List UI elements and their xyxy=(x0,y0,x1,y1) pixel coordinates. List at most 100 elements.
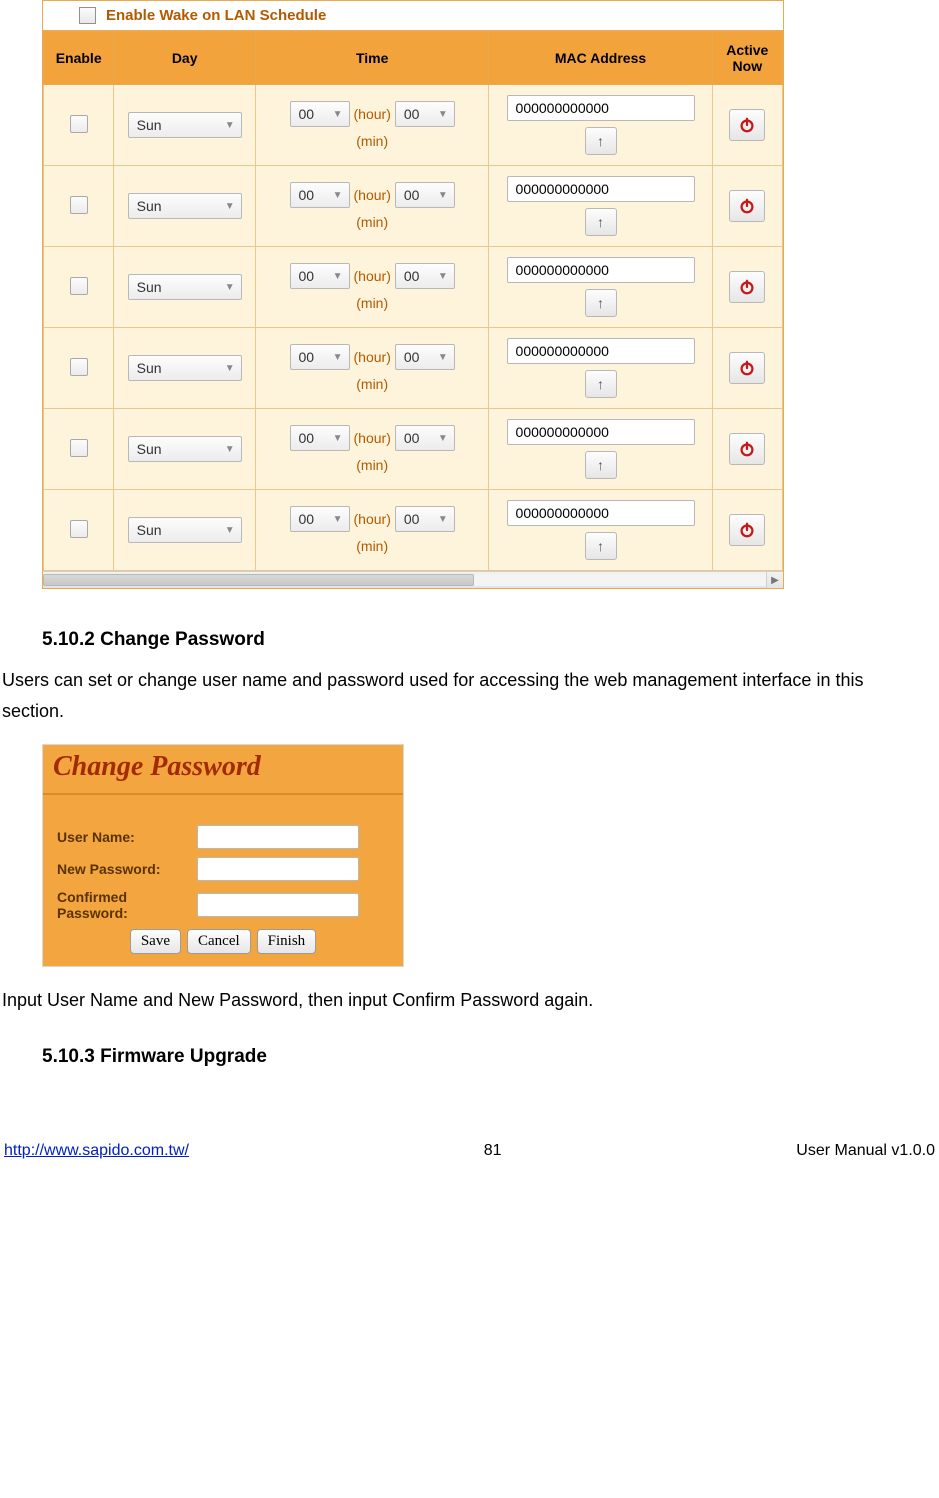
minute-unit-label: (min) xyxy=(272,457,473,473)
activate-now-button[interactable] xyxy=(729,514,765,546)
day-select[interactable]: Sun▼ xyxy=(128,274,242,300)
input-user-name[interactable] xyxy=(197,825,359,849)
minute-select[interactable]: 00▼ xyxy=(395,101,455,127)
minute-select[interactable]: 00▼ xyxy=(395,263,455,289)
mac-address-input[interactable]: 000000000000 xyxy=(507,419,695,445)
col-header-enable: Enable xyxy=(44,32,114,85)
save-button[interactable]: Save xyxy=(130,929,181,954)
up-arrow-icon: ↑ xyxy=(597,133,604,149)
hour-select-value: 00 xyxy=(299,349,315,365)
wol-schedule-table: Enable Day Time MAC Address Active Now S… xyxy=(43,31,783,571)
minute-select[interactable]: 00▼ xyxy=(395,425,455,451)
chevron-down-icon: ▼ xyxy=(223,442,237,456)
chevron-down-icon: ▼ xyxy=(436,107,450,121)
row-enable-checkbox[interactable] xyxy=(70,277,88,295)
label-confirmed-password: Confirmed Password: xyxy=(57,889,197,921)
hour-select[interactable]: 00 ▼ xyxy=(290,344,350,370)
heading-5-10-2: 5.10.2 Change Password xyxy=(42,629,933,651)
cancel-button[interactable]: Cancel xyxy=(187,929,251,954)
chevron-down-icon: ▼ xyxy=(223,199,237,213)
power-icon xyxy=(738,197,756,215)
hour-select[interactable]: 00▼ xyxy=(290,101,350,127)
minute-select-value: 00 xyxy=(404,187,420,203)
col-header-time: Time xyxy=(256,32,489,85)
day-select[interactable]: Sun▼ xyxy=(128,355,242,381)
minute-select[interactable]: 00▼ xyxy=(395,182,455,208)
table-row: Sun▼00▼(hour)00▼(min)000000000000↑ xyxy=(44,409,783,490)
enable-wol-label: Enable Wake on LAN Schedule xyxy=(106,7,326,24)
hour-select-value: 00 xyxy=(299,187,315,203)
hour-select[interactable]: 00▼ xyxy=(290,506,350,532)
mac-address-input[interactable]: 000000000000 xyxy=(507,338,695,364)
label-user-name: User Name: xyxy=(57,829,197,845)
activate-now-button[interactable] xyxy=(729,433,765,465)
hour-select-value: 00 xyxy=(299,268,315,284)
mac-address-input[interactable]: 000000000000 xyxy=(507,500,695,526)
activate-now-button[interactable] xyxy=(729,352,765,384)
upload-mac-button[interactable]: ↑ xyxy=(585,451,617,479)
footer-url[interactable]: http://www.sapido.com.tw/ xyxy=(4,1142,189,1160)
horizontal-scrollbar[interactable]: ▶ xyxy=(43,571,783,588)
paragraph-change-password-desc: Users can set or change user name and pa… xyxy=(2,665,902,726)
chevron-down-icon: ▼ xyxy=(331,188,345,202)
scrollbar-right-arrow-icon[interactable]: ▶ xyxy=(766,572,783,588)
chevron-down-icon: ▼ xyxy=(223,118,237,132)
day-select-value: Sun xyxy=(137,198,162,214)
row-enable-checkbox[interactable] xyxy=(70,358,88,376)
mac-address-input[interactable]: 000000000000 xyxy=(507,176,695,202)
upload-mac-button[interactable]: ↑ xyxy=(585,208,617,236)
chevron-down-icon: ▼ xyxy=(331,350,345,364)
minute-select[interactable]: 00▼ xyxy=(395,344,455,370)
minute-unit-label: (min) xyxy=(272,295,473,311)
day-select-value: Sun xyxy=(137,441,162,457)
up-arrow-icon: ↑ xyxy=(597,457,604,473)
minute-select-value: 00 xyxy=(404,349,420,365)
enable-wol-checkbox[interactable] xyxy=(79,7,96,24)
mac-address-input[interactable]: 000000000000 xyxy=(507,257,695,283)
hour-select[interactable]: 00▼ xyxy=(290,425,350,451)
chevron-down-icon: ▼ xyxy=(331,512,345,526)
change-password-panel: Change Password User Name: New Password:… xyxy=(42,744,404,967)
day-select[interactable]: Sun▼ xyxy=(128,112,242,138)
up-arrow-icon: ↑ xyxy=(597,376,604,392)
power-icon xyxy=(738,116,756,134)
hour-select[interactable]: 00 ▼ xyxy=(290,263,350,289)
scrollbar-thumb[interactable] xyxy=(43,574,474,586)
row-enable-checkbox[interactable] xyxy=(70,115,88,133)
activate-now-button[interactable] xyxy=(729,271,765,303)
up-arrow-icon: ↑ xyxy=(597,214,604,230)
up-arrow-icon: ↑ xyxy=(597,538,604,554)
mac-address-input[interactable]: 000000000000 xyxy=(507,95,695,121)
power-icon xyxy=(738,521,756,539)
minute-select[interactable]: 00▼ xyxy=(395,506,455,532)
chevron-down-icon: ▼ xyxy=(223,361,237,375)
upload-mac-button[interactable]: ↑ xyxy=(585,289,617,317)
power-icon xyxy=(738,359,756,377)
chevron-down-icon: ▼ xyxy=(331,431,345,445)
heading-5-10-3: 5.10.3 Firmware Upgrade xyxy=(42,1046,933,1068)
activate-now-button[interactable] xyxy=(729,190,765,222)
upload-mac-button[interactable]: ↑ xyxy=(585,370,617,398)
finish-button[interactable]: Finish xyxy=(257,929,317,954)
day-select[interactable]: Sun ▼ xyxy=(128,436,242,462)
activate-now-button[interactable] xyxy=(729,109,765,141)
chevron-down-icon: ▼ xyxy=(331,269,345,283)
chevron-down-icon: ▼ xyxy=(436,512,450,526)
day-select[interactable]: Sun ▼ xyxy=(128,193,242,219)
row-enable-checkbox[interactable] xyxy=(70,196,88,214)
row-enable-checkbox[interactable] xyxy=(70,439,88,457)
change-password-title: Change Password xyxy=(53,751,261,782)
input-new-password[interactable] xyxy=(197,857,359,881)
chevron-down-icon: ▼ xyxy=(436,269,450,283)
table-row: Sun▼00▼(hour)00▼(min)000000000000↑ xyxy=(44,166,783,247)
wake-on-lan-schedule-panel: Enable Wake on LAN Schedule Enable Day T… xyxy=(42,0,784,589)
input-confirmed-password[interactable] xyxy=(197,893,359,917)
upload-mac-button[interactable]: ↑ xyxy=(585,532,617,560)
hour-select[interactable]: 00 ▼ xyxy=(290,182,350,208)
row-enable-checkbox[interactable] xyxy=(70,520,88,538)
upload-mac-button[interactable]: ↑ xyxy=(585,127,617,155)
day-select-value: Sun xyxy=(137,522,162,538)
paragraph-change-password-instruction: Input User Name and New Password, then i… xyxy=(2,985,902,1016)
day-select[interactable]: Sun▼ xyxy=(128,517,242,543)
chevron-down-icon: ▼ xyxy=(436,431,450,445)
